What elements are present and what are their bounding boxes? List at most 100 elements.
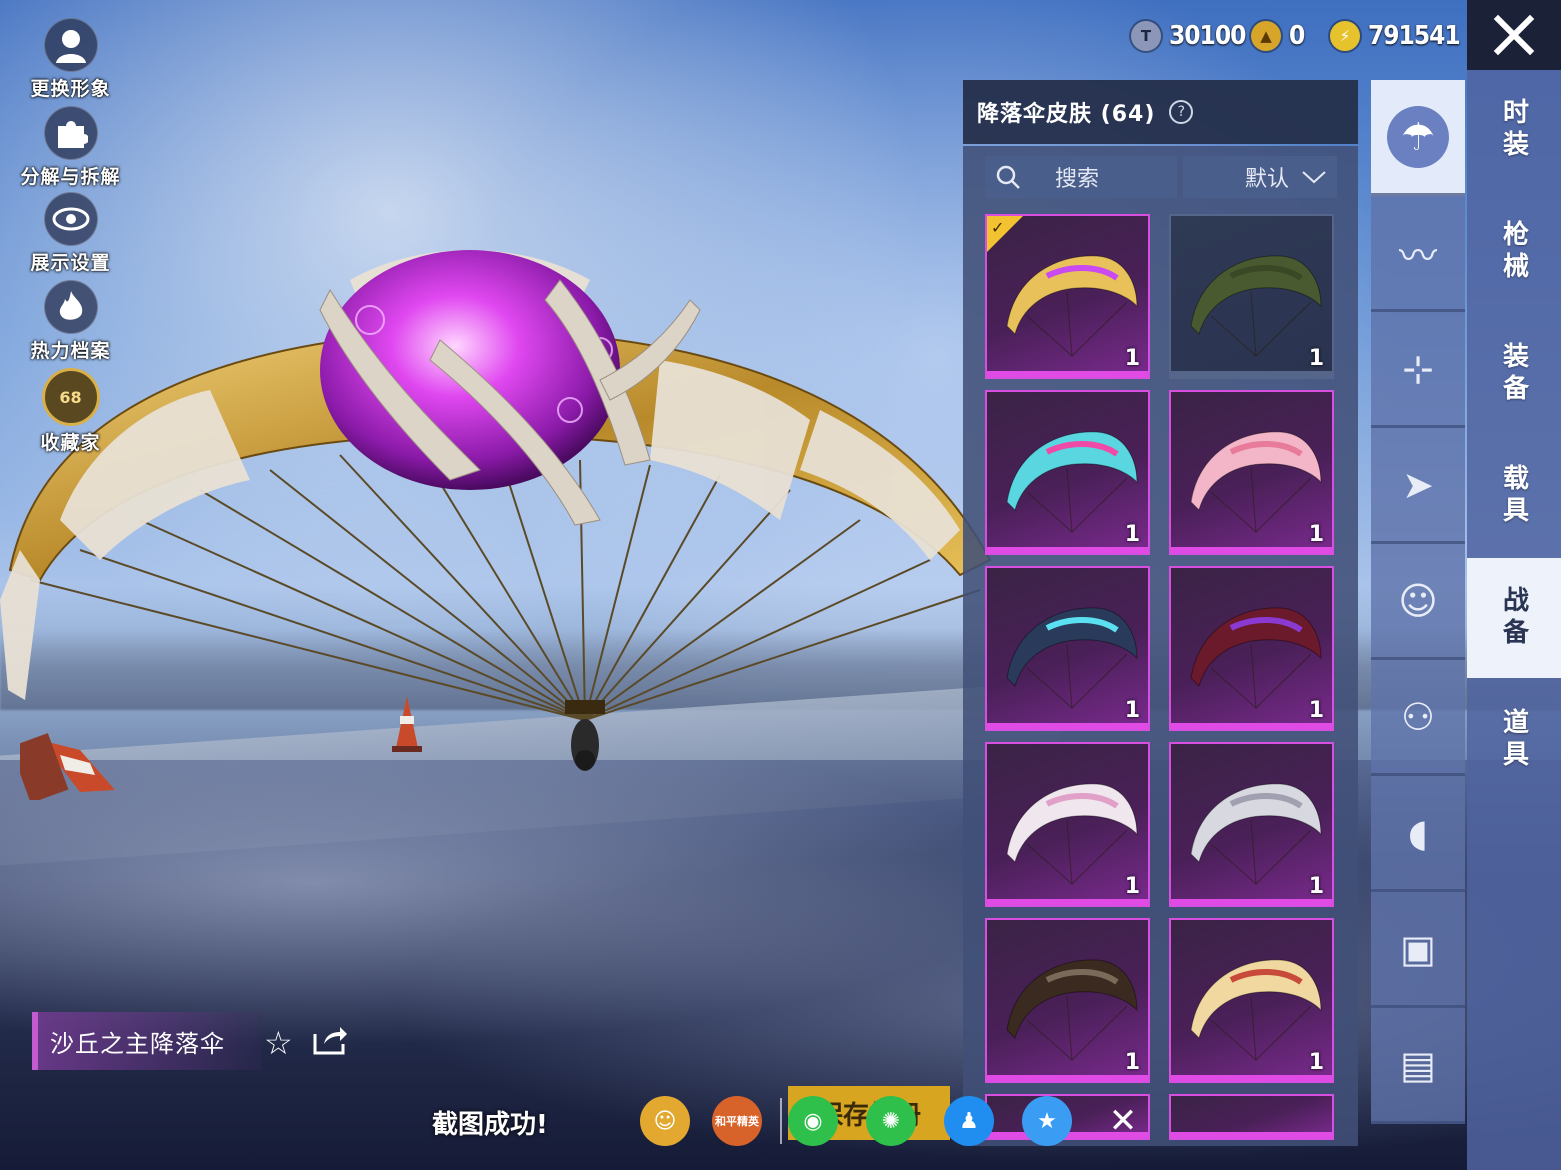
currency-value: 0	[1289, 21, 1305, 51]
close-share-icon[interactable]: ✕	[1098, 1096, 1148, 1146]
currency-value: 791541	[1368, 21, 1461, 51]
selected-item-bar: 沙丘之主降落伞	[32, 1012, 262, 1070]
search-input[interactable]: 搜索	[985, 156, 1177, 198]
silver-coin-icon: T	[1131, 21, 1161, 51]
strip-robot-button[interactable]: ⚇	[1371, 660, 1465, 776]
robot-icon: ⚇	[1400, 694, 1436, 739]
parachute-model	[0, 250, 992, 771]
screenshot-toast: 截图成功!	[432, 1110, 548, 1140]
moments-icon[interactable]: ✺	[866, 1096, 916, 1146]
side-menu-collector[interactable]: 68 收藏家	[18, 368, 123, 455]
strip-airplane-button[interactable]: ➤	[1371, 428, 1465, 544]
parachute-icon: ☂	[1387, 105, 1449, 168]
favorite-star-icon[interactable]: ☆	[264, 1024, 293, 1062]
category-tab[interactable]: 时装	[1467, 70, 1561, 190]
category-tab[interactable]: 装备	[1467, 314, 1561, 434]
tile-count: 1	[1124, 1050, 1140, 1075]
search-icon	[996, 165, 1020, 189]
skin-tile[interactable]: 1	[985, 742, 1150, 907]
tile-count: 1	[1124, 522, 1140, 547]
side-menu-label: 更换形象	[30, 78, 111, 100]
qzone-icon[interactable]: ★	[1022, 1096, 1072, 1146]
currency-value: 30100	[1169, 21, 1246, 51]
skin-panel: 降落伞皮肤 (64) ? 搜索 默认 ✓ 1 1 1 1 1 1 1 1 1 1	[963, 80, 1358, 1146]
side-menu-decompose[interactable]: 分解与拆解	[18, 106, 123, 189]
tile-count: 1	[1308, 874, 1324, 899]
close-icon	[1493, 14, 1535, 56]
currency-gold: ▲ 0	[1251, 18, 1305, 54]
skin-tile[interactable]: 1	[1169, 214, 1334, 379]
airplane-icon: ➤	[1402, 462, 1434, 507]
collector-badge-icon: 68	[41, 368, 100, 426]
category-tab[interactable]: 道具	[1467, 680, 1561, 800]
category-tab[interactable]: 战备	[1467, 558, 1561, 678]
drone-icon: ⊹	[1402, 346, 1434, 391]
category-tab[interactable]: 枪械	[1467, 192, 1561, 312]
skin-tile[interactable]: ✓ 1	[985, 214, 1150, 379]
skin-tile-partial[interactable]	[1169, 1094, 1334, 1140]
energy-coin-icon: ⚡	[1330, 21, 1360, 51]
qq-icon[interactable]: ♟	[944, 1096, 994, 1146]
strip-skydiver-button[interactable]: 〰	[1371, 196, 1465, 312]
gold-coin-icon: ▲	[1251, 21, 1281, 51]
side-menu-label: 热力档案	[30, 340, 111, 362]
skin-tile[interactable]: 1	[1169, 742, 1334, 907]
currency-energy: ⚡ 791541	[1330, 18, 1461, 54]
tile-count: 1	[1308, 522, 1324, 547]
side-menu-label: 展示设置	[30, 252, 111, 274]
strip-speaker-button[interactable]: ◖	[1371, 776, 1465, 892]
selected-item-name: 沙丘之主降落伞	[50, 1029, 225, 1058]
close-button[interactable]	[1467, 0, 1561, 70]
wechat-icon[interactable]: ◉	[788, 1096, 838, 1146]
skin-tile[interactable]: 1	[985, 390, 1150, 555]
skin-tile[interactable]: 1	[985, 918, 1150, 1083]
sort-dropdown[interactable]: 默认	[1183, 156, 1337, 198]
strip-parachute-button[interactable]: ☂	[1371, 80, 1465, 196]
skydiver-icon: 〰	[1398, 234, 1437, 278]
game-elite-icon[interactable]: 和平精英	[712, 1096, 762, 1146]
panel-body: 搜索 默认 ✓ 1 1 1 1 1 1 1 1 1 1	[963, 146, 1358, 1146]
tile-count: 1	[1124, 698, 1140, 723]
skin-tile[interactable]: 1	[1169, 918, 1334, 1083]
side-menu-change-avatar[interactable]: 更换形象	[18, 18, 123, 101]
tile-count: 1	[1124, 874, 1140, 899]
panel-header: 降落伞皮肤 (64) ?	[963, 80, 1358, 144]
collector-level: 68	[59, 387, 82, 407]
subcategory-strip: ☂ 〰 ⊹ ➤ ☺ ⚇ ◖ ▣ ▤	[1371, 80, 1465, 1145]
game-logo-text: 和平精英	[715, 1115, 759, 1128]
eye-icon	[43, 192, 98, 246]
tile-count: 1	[1124, 346, 1140, 371]
strip-chat-bubble-button[interactable]: ▣	[1371, 892, 1465, 1008]
avatar-icon	[43, 18, 98, 72]
puzzle-icon	[43, 106, 98, 160]
chat-bubble-icon: ▣	[1400, 926, 1436, 971]
strip-emote-face-button[interactable]: ☺	[1371, 544, 1465, 660]
emote-face-icon: ☺	[1398, 578, 1438, 623]
share-icon[interactable]	[312, 1024, 348, 1056]
flame-icon	[43, 280, 98, 334]
search-placeholder: 搜索	[1055, 167, 1100, 192]
side-menu-heat-profile[interactable]: 热力档案	[18, 280, 123, 363]
side-menu-display-settings[interactable]: 展示设置	[18, 192, 123, 275]
category-tab[interactable]: 载具	[1467, 436, 1561, 556]
sort-selected-value: 默认	[1244, 167, 1289, 192]
side-menu-label: 收藏家	[40, 432, 101, 454]
skin-tile[interactable]: 1	[1169, 566, 1334, 731]
side-menu-label: 分解与拆解	[20, 166, 121, 188]
skin-tile[interactable]: 1	[985, 566, 1150, 731]
contacts-icon[interactable]: ☺	[640, 1096, 690, 1146]
skin-tile[interactable]: 1	[1169, 390, 1334, 555]
tile-count: 1	[1308, 1050, 1324, 1075]
chevron-down-icon	[1302, 171, 1326, 184]
selected-check-icon: ✓	[987, 216, 1023, 252]
strip-drone-button[interactable]: ⊹	[1371, 312, 1465, 428]
gallery-icon: ▤	[1400, 1042, 1436, 1087]
panel-title: 降落伞皮肤 (64)	[977, 102, 1156, 127]
category-tab-bar: 时装 枪械 装备 载具 战备 道具	[1467, 70, 1561, 1170]
tile-count: 1	[1308, 346, 1324, 371]
tile-count: 1	[1308, 698, 1324, 723]
help-icon[interactable]: ?	[1169, 100, 1194, 124]
currency-silver: T 30100	[1131, 18, 1246, 54]
strip-gallery-button[interactable]: ▤	[1371, 1008, 1465, 1124]
divider	[780, 1098, 782, 1144]
